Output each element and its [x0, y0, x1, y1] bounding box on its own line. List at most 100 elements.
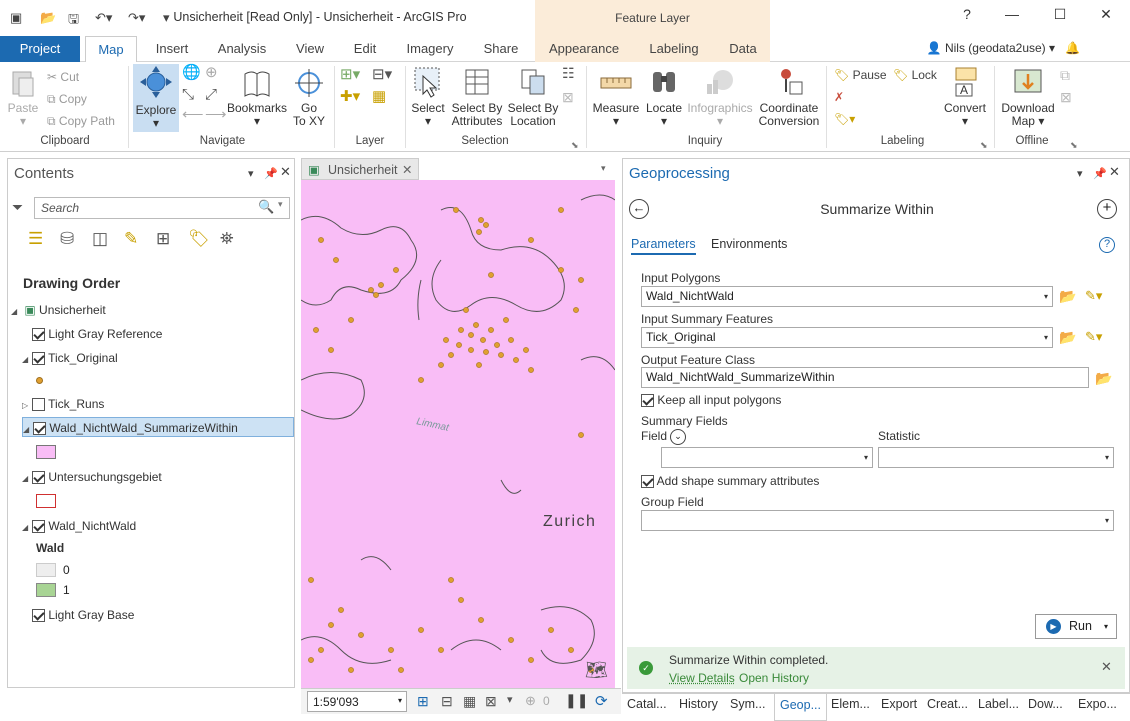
tab-geoprocessing[interactable]: Geop... [774, 694, 827, 721]
tab-export-2[interactable]: Expo... [1078, 697, 1117, 711]
next-extent-icon[interactable]: ⟶ [205, 107, 227, 122]
tab-create[interactable]: Creat... [927, 697, 968, 711]
input-summary-select[interactable]: Tick_Original ▾ [641, 327, 1053, 348]
copy-button[interactable]: ⧉ Copy [47, 92, 87, 106]
keep-all-row[interactable]: Keep all input polygons [641, 393, 781, 408]
tab-labeling[interactable]: Labeling [645, 36, 703, 62]
convert-button[interactable]: A Convert ▾ [942, 66, 988, 128]
maximize-button[interactable]: ☐ [1045, 6, 1075, 23]
add-data-icon[interactable]: ⊞▾ [340, 67, 360, 82]
summary-statistic-select[interactable]: ▾ [878, 447, 1114, 468]
browse-folder-icon[interactable]: 📂 [1095, 370, 1112, 387]
coordinate-conversion-button[interactable]: Coordinate Conversion [757, 66, 821, 128]
summary-field-select[interactable]: ▾ [661, 447, 873, 468]
toc-layer-untersuchungsgebiet[interactable]: ◢ Untersuchungsgebiet [22, 467, 162, 487]
layer-visibility-checkbox[interactable] [32, 520, 45, 534]
view-unplaced-icon[interactable]: ✗ [834, 90, 844, 104]
map-overview-icon[interactable]: 🗺 [585, 660, 608, 681]
run-dropdown-icon[interactable]: ▾ [1104, 615, 1108, 638]
tab-symbology[interactable]: Sym... [730, 697, 765, 711]
tab-environments[interactable]: Environments [711, 237, 787, 251]
list-by-source-icon[interactable]: ⛁ [60, 229, 74, 249]
sync-icon[interactable]: ⧉ [1060, 68, 1070, 82]
tab-parameters[interactable]: Parameters [631, 237, 696, 255]
tab-map[interactable]: Map [85, 36, 137, 63]
browse-folder-icon[interactable]: 📂 [1059, 288, 1076, 305]
edit-pencil-icon[interactable]: ✎▾ [1085, 329, 1102, 345]
tab-analysis[interactable]: Analysis [212, 36, 272, 62]
keep-all-checkbox[interactable] [641, 394, 654, 408]
scale-select[interactable]: 1:59'093 ▾ [307, 691, 407, 712]
help-icon[interactable]: ? [1099, 237, 1115, 253]
tab-project[interactable]: Project [0, 36, 80, 62]
open-history-link[interactable]: Open History [739, 671, 809, 685]
list-by-selection-icon[interactable]: ◫ [92, 229, 108, 249]
tab-labeling[interactable]: Label... [978, 697, 1019, 711]
remove-offline-icon[interactable]: ⊠ [1060, 90, 1072, 104]
tab-imagery[interactable]: Imagery [402, 36, 458, 62]
layer-visibility-checkbox[interactable] [32, 352, 45, 366]
pause-drawing-icon[interactable]: ❚❚ [565, 692, 588, 709]
edit-pencil-icon[interactable]: ✎▾ [1085, 288, 1102, 304]
search-input[interactable]: Search [34, 197, 290, 219]
filter-icon[interactable]: ⏷ [12, 199, 23, 216]
layer-visibility-checkbox[interactable] [32, 328, 45, 342]
view-details-link[interactable]: View Details [669, 671, 735, 685]
toc-layer-tick-runs[interactable]: ▷ Tick_Runs [22, 394, 104, 414]
close-pane-icon[interactable]: ✕ [1109, 164, 1120, 180]
clear-selection-icon[interactable]: ⊠ [562, 90, 574, 104]
add-shape-row[interactable]: Add shape summary attributes [641, 474, 819, 489]
fixed-zoom-in-icon[interactable]: ⤡ [182, 87, 194, 102]
constraints-icon[interactable]: ▦ [463, 693, 476, 710]
tab-catalog[interactable]: Catal... [627, 697, 667, 711]
notification-icon[interactable]: 🔔 [1065, 41, 1080, 55]
goto-xy-button[interactable]: Go To XY [290, 68, 328, 128]
class-0-symbol[interactable] [36, 563, 56, 577]
refresh-icon[interactable]: ⟳ [595, 692, 608, 710]
run-button[interactable]: ▶ Run ▾ [1035, 614, 1117, 639]
minimize-button[interactable]: — [997, 6, 1027, 22]
map-drawing[interactable]: Limmat Zurich [301, 180, 615, 688]
add-preset-icon[interactable]: ✚▾ [340, 89, 360, 104]
selection-launcher-icon[interactable]: ⬊ [571, 138, 579, 152]
tab-data[interactable]: Data [725, 36, 761, 62]
bookmarks-button[interactable]: Bookmarks ▾ [226, 68, 288, 128]
polygon-symbol[interactable] [36, 445, 56, 459]
layer-visibility-checkbox[interactable] [32, 609, 45, 623]
cut-button[interactable]: ✂ Cut [47, 70, 79, 84]
close-button[interactable]: ✕ [1091, 6, 1121, 23]
pin-icon[interactable]: 📌 [264, 167, 278, 180]
tab-edit[interactable]: Edit [347, 36, 383, 62]
sort-field-icon[interactable]: ⌄ [670, 429, 686, 445]
toc-layer-light-gray-base[interactable]: Light Gray Base [32, 605, 134, 625]
point-symbol[interactable] [36, 377, 43, 384]
attributes-icon[interactable]: ☷ [562, 66, 575, 80]
zoom-layer-icon[interactable]: ⊕ [205, 65, 218, 80]
correction-icon[interactable]: ⊠ [485, 693, 497, 710]
list-by-drawing-order-icon[interactable]: ☰ [28, 229, 43, 249]
snapping-icon[interactable]: ⊞ [417, 693, 429, 710]
select-by-attributes-button[interactable]: Select By Attributes [450, 66, 504, 128]
previous-extent-icon[interactable]: ⟵ [182, 107, 204, 122]
grid-icon[interactable]: ⊟ [441, 693, 453, 710]
basemap-icon[interactable]: ⊟▾ [372, 67, 392, 82]
layer-visibility-checkbox[interactable] [33, 422, 46, 436]
explore-button[interactable]: Explore ▾ [133, 64, 179, 132]
layer-visibility-checkbox[interactable] [32, 398, 45, 412]
tab-download[interactable]: Dow... [1028, 697, 1063, 711]
outline-symbol[interactable] [36, 494, 56, 508]
copy-path-button[interactable]: ⧉ Copy Path [47, 114, 115, 128]
list-by-perspective-icon[interactable]: ⛯ [220, 229, 234, 249]
infographics-button[interactable]: Infographics ▾ [686, 66, 754, 128]
pause-button[interactable]: 🏷 Pause [834, 68, 887, 82]
rotation-icon[interactable]: ⊕ [525, 693, 536, 709]
tab-insert[interactable]: Insert [150, 36, 194, 62]
tab-appearance[interactable]: Appearance [545, 36, 623, 62]
pane-options-icon[interactable]: ▾ [1077, 167, 1083, 180]
input-polygons-select[interactable]: Wald_NichtWald ▾ [641, 286, 1053, 307]
group-field-select[interactable]: ▾ [641, 510, 1114, 531]
tab-view[interactable]: View [290, 36, 330, 62]
add-shape-checkbox[interactable] [641, 475, 654, 489]
close-pane-icon[interactable]: ✕ [280, 164, 291, 180]
list-by-labeling-icon[interactable]: 🏷 [188, 229, 210, 249]
